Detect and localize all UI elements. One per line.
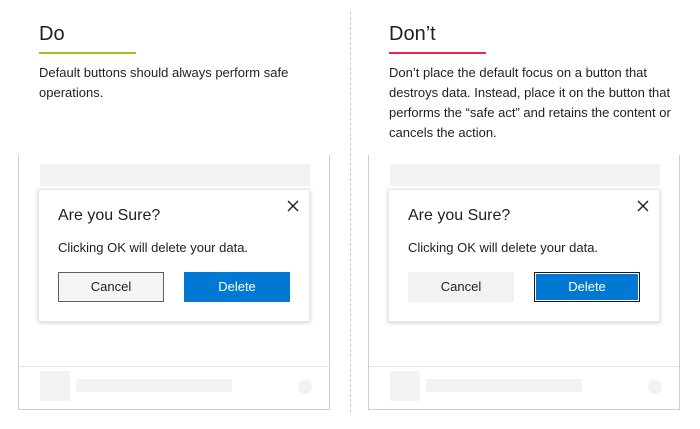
delete-button[interactable]: Delete xyxy=(184,272,290,302)
do-confirm-dialog: Are you Sure? Clicking OK will delete yo… xyxy=(38,189,310,322)
cancel-button[interactable]: Cancel xyxy=(58,272,164,302)
placeholder-avatar xyxy=(390,371,420,401)
dialog-title: Are you Sure? xyxy=(408,207,511,224)
placeholder-text-line xyxy=(76,379,232,392)
placeholder-dot xyxy=(648,380,662,394)
column-divider xyxy=(350,12,351,412)
close-icon[interactable] xyxy=(635,198,651,214)
cancel-button[interactable]: Cancel xyxy=(408,272,514,302)
placeholder-bar xyxy=(40,164,310,186)
dont-column: Don’t Don’t place the default focus on a… xyxy=(368,0,688,429)
delete-button[interactable]: Delete xyxy=(534,272,640,302)
do-accent-rule xyxy=(39,52,136,54)
dialog-title: Are you Sure? xyxy=(58,207,161,224)
dialog-message: Clicking OK will delete your data. xyxy=(58,240,249,255)
footer-divider xyxy=(369,366,679,367)
dont-heading: Don’t xyxy=(389,23,436,45)
guideline-page: Do Default buttons should always perform… xyxy=(0,0,700,429)
placeholder-text-line xyxy=(426,379,582,392)
placeholder-avatar xyxy=(40,371,70,401)
do-heading: Do xyxy=(39,23,65,45)
close-icon[interactable] xyxy=(285,198,301,214)
do-column: Do Default buttons should always perform… xyxy=(18,0,338,429)
dont-description: Don’t place the default focus on a butto… xyxy=(389,65,671,140)
dont-accent-rule xyxy=(389,52,486,54)
dialog-message: Clicking OK will delete your data. xyxy=(408,240,599,255)
dont-confirm-dialog: Are you Sure? Clicking OK will delete yo… xyxy=(388,189,660,322)
footer-divider xyxy=(19,366,329,367)
placeholder-bar xyxy=(390,164,660,186)
placeholder-dot xyxy=(298,380,312,394)
do-description: Default buttons should always perform sa… xyxy=(39,65,289,100)
